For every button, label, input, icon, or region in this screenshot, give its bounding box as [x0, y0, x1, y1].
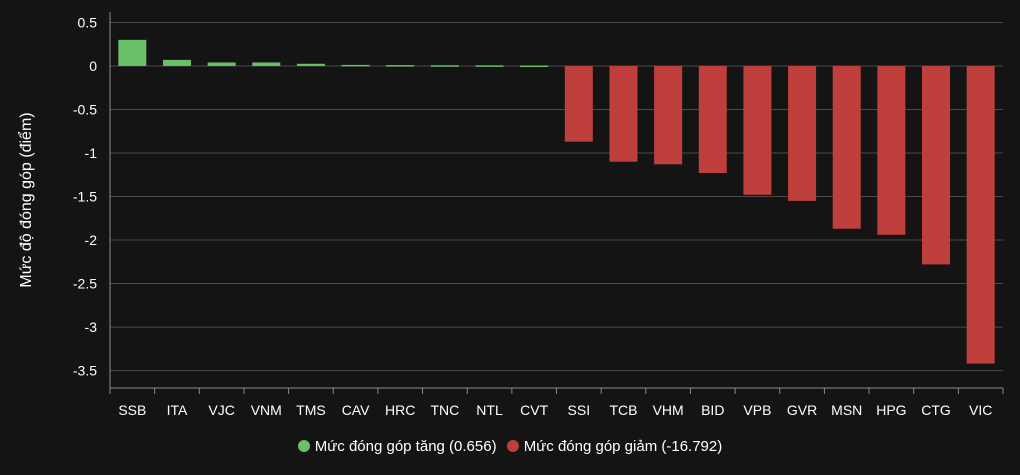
- x-tick-label: HPG: [876, 402, 906, 418]
- x-tick-label: MSN: [831, 402, 862, 418]
- y-tick-label: -1.5: [73, 189, 97, 205]
- bar-cav: [341, 64, 370, 67]
- bar-ita: [162, 59, 191, 66]
- y-tick-label: 0: [89, 58, 97, 74]
- bar-vpb: [743, 65, 772, 195]
- x-tick-label: VNM: [251, 402, 282, 418]
- y-tick-label: -3: [85, 319, 98, 335]
- bar-bid: [698, 65, 727, 174]
- x-tick-label: BID: [701, 402, 724, 418]
- x-tick-label: TNC: [430, 402, 459, 418]
- y-tick-label: -3.5: [73, 363, 97, 379]
- x-tick-label: VJC: [208, 402, 234, 418]
- x-tick-label: VHM: [653, 402, 684, 418]
- contribution-chart: 0.5 0 -0.5 -1 -1.5 -2 -2.5 -3 -3.5 Mức độ đóng gó…: [0, 0, 1020, 475]
- x-tick-label: SSI: [568, 402, 591, 418]
- bar-cvt: [520, 65, 549, 68]
- bar-gvr: [788, 65, 817, 201]
- bar-hrc: [386, 65, 415, 67]
- bar-vhm: [654, 65, 683, 165]
- legend-dot-decrease: [506, 440, 519, 452]
- y-tick-label: -2: [85, 232, 98, 248]
- bar-ctg: [922, 65, 951, 265]
- y-tick-label: -2.5: [73, 276, 97, 292]
- bar-ssb: [118, 39, 147, 66]
- x-tick-label: VPB: [743, 402, 771, 418]
- legend-dot-increase: [297, 440, 310, 452]
- x-tick-label: NTL: [476, 402, 503, 418]
- bar-tnc: [430, 65, 459, 67]
- y-axis-label: Mức độ đóng góp (điểm): [17, 112, 35, 287]
- y-tick-label: -0.5: [73, 101, 97, 117]
- x-tick-label: GVR: [787, 402, 817, 418]
- legend: Mức đóng góp tăng (0.656) Mức đóng góp g…: [0, 438, 1020, 455]
- chart-svg: 0.5 0 -0.5 -1 -1.5 -2 -2.5 -3 -3.5 Mức độ đóng gó…: [17, 12, 1004, 418]
- bar-ssi: [564, 65, 593, 142]
- x-tick-label: HRC: [385, 402, 415, 418]
- legend-label-increase: Mức đóng góp tăng (0.656): [314, 438, 497, 455]
- x-tick-label: TMS: [296, 402, 326, 418]
- legend-label-decrease: Mức đóng góp giảm (-16.792): [523, 438, 723, 455]
- x-tick-label: CVT: [520, 402, 548, 418]
- y-tick-label: -1: [85, 145, 98, 161]
- bar-vic: [966, 65, 995, 364]
- bar-hpg: [877, 65, 906, 235]
- x-tick-label: SSB: [118, 402, 146, 418]
- bar-vjc: [207, 62, 236, 66]
- x-tick-label: ITA: [167, 402, 188, 418]
- bar-vnm: [252, 62, 281, 66]
- legend-item-decrease[interactable]: Mức đóng góp giảm (-16.792): [506, 438, 723, 455]
- x-tick-label: VIC: [969, 402, 992, 418]
- bar-ntl: [475, 65, 504, 67]
- x-tick-label: CAV: [342, 402, 370, 418]
- x-tick-label: TCB: [609, 402, 637, 418]
- x-tick-label: CTG: [921, 402, 951, 418]
- bar-msn: [832, 65, 861, 229]
- legend-item-increase[interactable]: Mức đóng góp tăng (0.656): [297, 438, 497, 455]
- bar-tms: [296, 63, 325, 66]
- y-tick-label: 0.5: [78, 14, 98, 30]
- bar-tcb: [609, 65, 638, 162]
